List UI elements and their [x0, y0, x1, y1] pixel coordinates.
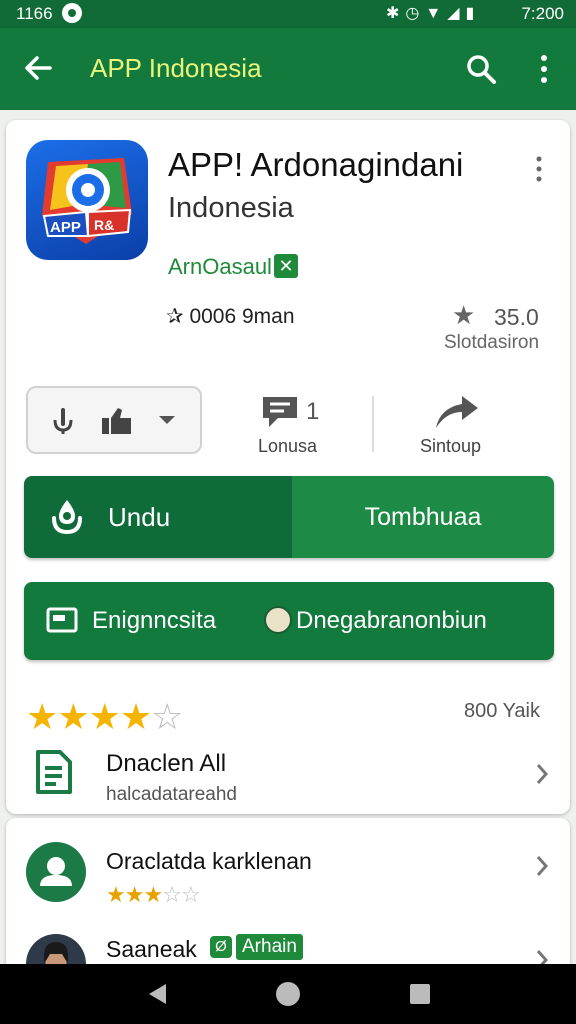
chevron-down-icon[interactable] — [156, 410, 178, 430]
empty-star-icon: ☆ — [180, 882, 201, 907]
secondary-right-label[interactable]: Dnegabranonbiun — [296, 607, 487, 635]
app-name: APP! Ardonagindani — [168, 146, 464, 183]
empty-star-icon: ☆ — [162, 882, 182, 907]
downloads-count-text: 0006 9man — [189, 305, 295, 328]
download-button[interactable]: Undu — [24, 476, 292, 558]
detail-row-subtitle: halcadatareahd — [106, 784, 237, 805]
share-icon[interactable] — [432, 392, 482, 432]
app-logo-graphic: APP R& — [42, 158, 132, 244]
install-button[interactable]: Tombhuaa — [292, 476, 554, 558]
card-overflow-menu-icon[interactable] — [532, 154, 546, 184]
stats-divider — [372, 396, 374, 452]
chevron-right-icon[interactable] — [534, 762, 550, 786]
empty-star-icon: ☆ — [151, 696, 183, 737]
install-button-label: Tombhuaa — [364, 503, 482, 531]
reviews-card: Oraclatda karklenan ★★★☆☆ Saaneak Ø Arha… — [6, 818, 570, 964]
status-bar: 1166 ✱◷▼◢▮ 7:200 — [0, 0, 576, 28]
quick-actions-box[interactable] — [26, 386, 202, 454]
review-title[interactable]: Saaneak — [106, 936, 197, 963]
rating-count: 800 Yaik — [464, 700, 540, 722]
app-details-card: APP R& APP! Ardonagindani Indonesia ArnO… — [6, 120, 570, 814]
status-clock: 7:200 — [521, 4, 564, 23]
status-left-time: 1166 — [16, 4, 53, 23]
share-label[interactable]: Sintoup — [420, 436, 481, 457]
nav-recents-icon[interactable] — [410, 984, 430, 1004]
star-icon: ★ — [57, 696, 89, 737]
rating-value: 35.0 — [494, 304, 539, 330]
chevron-right-icon[interactable] — [534, 854, 550, 878]
notification-icon — [62, 3, 82, 23]
wifi-icon: ▼ — [425, 5, 448, 22]
app-icon: APP R& — [26, 140, 148, 260]
download-icon — [52, 500, 82, 535]
star-icon: ★ — [143, 882, 163, 907]
star-icon: ★ — [106, 882, 126, 907]
star-icon: ★ — [124, 882, 145, 907]
user-icon — [40, 857, 72, 886]
bluetooth-icon: ✱ — [386, 5, 406, 22]
thumbs-up-icon[interactable] — [100, 406, 134, 436]
avatar — [26, 934, 86, 964]
verified-badge-icon: ✕ — [274, 254, 298, 278]
rating-star-icon: ★ — [452, 300, 476, 330]
screen-icon — [46, 607, 78, 633]
signal-icon: ◢ — [447, 5, 466, 22]
star-icon: ★ — [26, 696, 58, 737]
status-icons: ✱◷▼◢▮ — [386, 3, 480, 23]
app-bar: APP Indonesia — [0, 28, 576, 110]
avatar — [26, 842, 86, 902]
star-icon: ★ — [88, 696, 121, 737]
secondary-left-label[interactable]: Enignncsita — [92, 607, 216, 635]
detail-row-title[interactable]: Dnaclen All — [106, 750, 226, 778]
comments-label: Lonusa — [258, 436, 318, 456]
comments-count: 1 — [306, 398, 320, 425]
download-button-label: Undu — [108, 502, 171, 532]
review-title[interactable]: Oraclatda karklenan — [106, 848, 312, 875]
rating-label: Slotdasiron — [444, 332, 540, 353]
secondary-action-row[interactable]: Enignncsita Dnegabranonbiun — [24, 582, 554, 660]
nav-home-icon[interactable] — [276, 982, 300, 1006]
alarm-icon: ◷ — [405, 5, 426, 22]
back-arrow-icon[interactable] — [22, 52, 54, 84]
status-badge: Arhain — [236, 934, 303, 960]
document-icon — [36, 750, 72, 794]
badge-icon: Ø — [210, 936, 232, 958]
overflow-menu-icon[interactable] — [532, 52, 556, 86]
search-icon[interactable] — [464, 52, 498, 86]
app-icon-badge-1: APP — [50, 219, 81, 236]
content-area: APP R& APP! Ardonagindani Indonesia ArnO… — [0, 110, 576, 964]
app-bar-title: APP Indonesia — [90, 53, 262, 83]
user-photo-icon — [44, 942, 68, 964]
half-star-icon: ★ — [119, 696, 152, 737]
chevron-right-icon[interactable] — [534, 948, 550, 964]
review-stars: ★★★☆☆ — [106, 882, 201, 908]
downloads-icon: ✰ — [166, 305, 184, 328]
primary-action-row: Undu Tombhuaa — [24, 476, 554, 558]
globe-icon — [264, 606, 292, 634]
developer-link[interactable]: ArnOasaul — [168, 254, 272, 280]
microphone-icon[interactable] — [48, 406, 78, 436]
app-icon-badge-2: R& — [94, 217, 114, 233]
nav-back-icon[interactable] — [146, 982, 168, 1006]
app-subtitle: Indonesia — [168, 192, 294, 224]
battery-icon: ▮ — [465, 5, 481, 22]
rating-stars: ★★★★☆ — [26, 696, 183, 738]
navigation-bar — [0, 964, 576, 1024]
comment-icon — [263, 397, 297, 427]
downloads-count: ✰ 0006 9man — [166, 304, 295, 329]
